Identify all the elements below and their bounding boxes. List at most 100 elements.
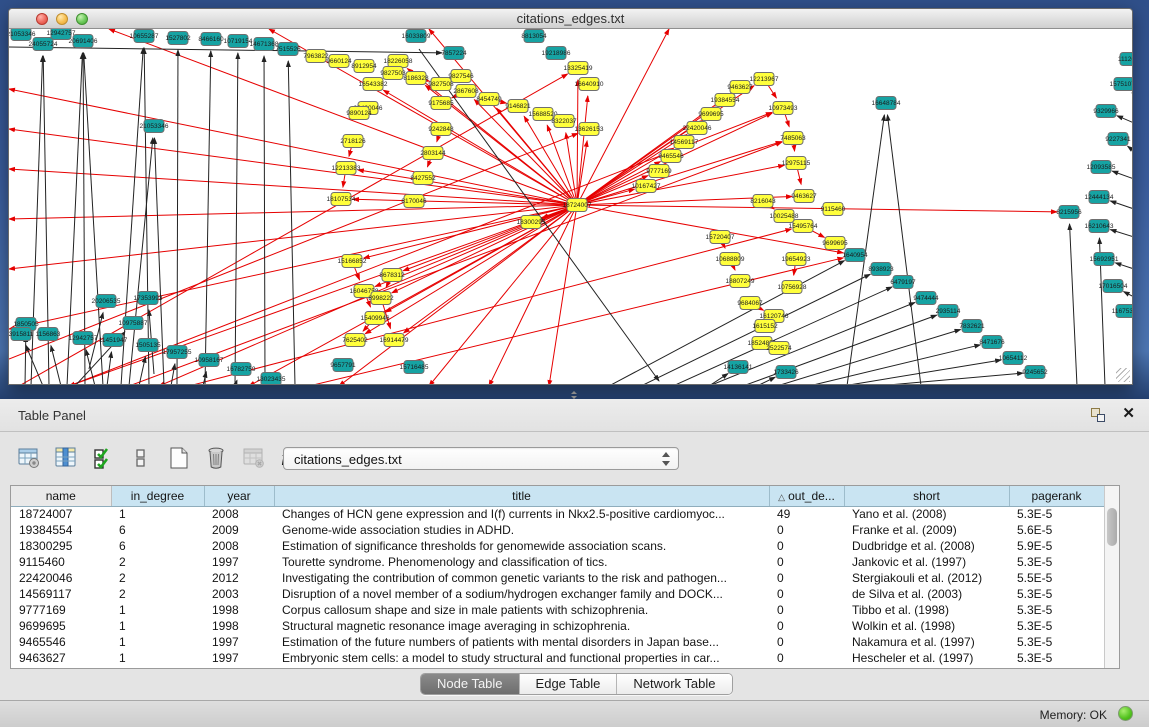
tab-node-table[interactable]: Node Table [421,674,520,694]
graph-node[interactable]: 9242848 [428,123,454,136]
table-cell[interactable]: Structural magnetic resonance image aver… [274,618,769,634]
graph-node[interactable]: 9657791 [330,359,356,372]
graph-node[interactable]: 2935114 [936,305,961,318]
graph-node[interactable]: 16640910 [575,78,604,91]
graph-node[interactable]: 7857224 [441,47,467,60]
splitter-handle[interactable] [569,391,579,399]
table-cell[interactable]: Genome-wide association studies in ADHD. [274,522,769,538]
table-cell[interactable]: 1998 [204,602,274,618]
citation-edge-black[interactable] [1070,224,1077,384]
table-cell[interactable]: 0 [769,538,844,554]
citation-edge-red[interactable] [364,205,577,258]
graph-node[interactable]: 17353993 [134,292,163,305]
graph-node[interactable]: 19654923 [782,253,811,266]
network-window-titlebar[interactable]: citations_edges.txt [9,9,1132,29]
table-cell[interactable]: Wolkin et al. (1998) [844,618,1009,634]
citation-edge-black[interactable] [1128,146,1132,151]
citation-edge-red[interactable] [9,129,577,205]
table-cell[interactable]: 1997 [204,634,274,650]
graph-node[interactable]: 9175685 [428,97,454,110]
table-cell[interactable]: 5.6E-5 [1009,522,1104,538]
graph-node[interactable]: 1505135 [135,339,161,352]
graph-node[interactable]: 17957255 [163,346,192,359]
graph-node[interactable]: 7832621 [959,320,985,333]
graph-node[interactable]: 12213967 [750,73,779,86]
table-cell[interactable]: 2009 [204,522,274,538]
citation-edge-red[interactable] [577,80,578,205]
graph-node[interactable]: 7963822 [303,50,329,63]
table-options-icon[interactable] [14,444,44,472]
table-cell[interactable]: Changes of HCN gene expression and I(f) … [274,506,769,522]
table-row[interactable]: 977716911998Corpus callosum shape and si… [11,602,1104,618]
table-cell[interactable]: Embryonic stem cells: a model to study s… [274,650,769,666]
table-cell[interactable]: 5.3E-5 [1009,618,1104,634]
graph-node[interactable]: 8170046 [401,195,427,208]
graph-node[interactable]: 9699695 [698,108,724,121]
table-cell[interactable]: 5.3E-5 [1009,602,1104,618]
table-cell[interactable]: Dudbridge et al. (2008) [844,538,1009,554]
graph-node[interactable]: 13325419 [564,62,593,75]
delete-column-icon[interactable] [201,444,231,472]
graph-node[interactable]: 19384554 [711,94,740,107]
citation-edge-red[interactable] [577,29,669,205]
table-cell[interactable]: 5.3E-5 [1009,650,1104,666]
citation-edge-black[interactable] [288,61,295,384]
graph-node[interactable]: 2718126 [340,135,366,148]
table-row[interactable]: 1872400712008Changes of HCN gene express… [11,506,1104,522]
column-header-in_degree[interactable]: in_degree [111,486,204,506]
graph-node[interactable]: 8998222 [368,292,394,305]
graph-node[interactable]: 8186328 [403,72,429,85]
graph-node[interactable]: 8466160 [198,33,224,46]
table-cell[interactable]: 19384554 [11,522,111,538]
table-cell[interactable]: Hescheler et al. (1997) [844,650,1009,666]
column-header-out_de[interactable]: △out_de... [769,486,844,506]
citation-edge-red[interactable] [375,205,577,287]
float-panel-icon[interactable] [1091,408,1105,422]
graph-node[interactable]: 8938923 [868,263,894,276]
citation-edge-black[interactable] [107,352,111,384]
graph-node[interactable]: 15692951 [1090,253,1119,266]
graph-node[interactable]: 9115460 [821,203,846,216]
table-cell[interactable]: 0 [769,570,844,586]
graph-node[interactable]: 9684067 [737,297,763,310]
graph-node[interactable]: 14136141 [724,361,753,374]
table-cell[interactable]: 1998 [204,618,274,634]
column-header-pagerank[interactable]: pagerank [1009,486,1104,506]
row-height-icon[interactable] [126,444,156,472]
graph-node[interactable]: 14569117 [670,136,699,149]
graph-node[interactable]: 10973493 [769,102,798,115]
graph-node[interactable]: 9474444 [913,292,939,305]
table-cell[interactable]: Disruption of a novel member of a sodium… [274,586,769,602]
show-columns-icon[interactable] [51,444,81,472]
graph-node[interactable]: 9660124 [326,55,352,68]
table-cell[interactable]: 9777169 [11,602,111,618]
graph-node[interactable]: 11675335 [1112,305,1132,318]
citation-edge-black[interactable] [1110,201,1132,209]
table-cell[interactable]: 6 [111,522,204,538]
citation-edge-black[interactable] [1115,263,1132,269]
graph-node[interactable]: 9890124 [346,107,372,120]
table-cell[interactable]: 49 [769,506,844,522]
table-cell[interactable]: 9115460 [11,554,111,570]
table-cell[interactable]: 14569117 [11,586,111,602]
table-cell[interactable]: 1 [111,602,204,618]
graph-node[interactable]: 11451947 [99,334,128,347]
table-selector-dropdown[interactable]: citations_edges.txt [283,447,679,470]
graph-node[interactable]: 1112648 [1118,53,1132,66]
table-cell[interactable]: 0 [769,554,844,570]
table-cell[interactable]: 2008 [204,506,274,522]
graph-node[interactable]: 10167427 [632,180,661,193]
table-row[interactable]: 1456911722003Disruption of a novel membe… [11,586,1104,602]
graph-node[interactable]: 10719154 [224,35,253,48]
citation-edge-black[interactable] [1124,292,1132,297]
graph-node[interactable]: 21053346 [9,29,36,41]
table-cell[interactable]: 5.3E-5 [1009,634,1104,650]
citation-edge-black[interactable] [809,345,980,384]
table-cell[interactable]: Nakamura et al. (1997) [844,634,1009,650]
graph-node[interactable]: 13626153 [575,123,604,136]
table-row[interactable]: 1830029562008Estimation of significance … [11,538,1104,554]
table-cell[interactable]: 1997 [204,650,274,666]
graph-node[interactable]: 16648784 [872,97,901,110]
graph-node[interactable]: 12213383 [332,162,361,175]
table-cell[interactable]: Investigating the contribution of common… [274,570,769,586]
